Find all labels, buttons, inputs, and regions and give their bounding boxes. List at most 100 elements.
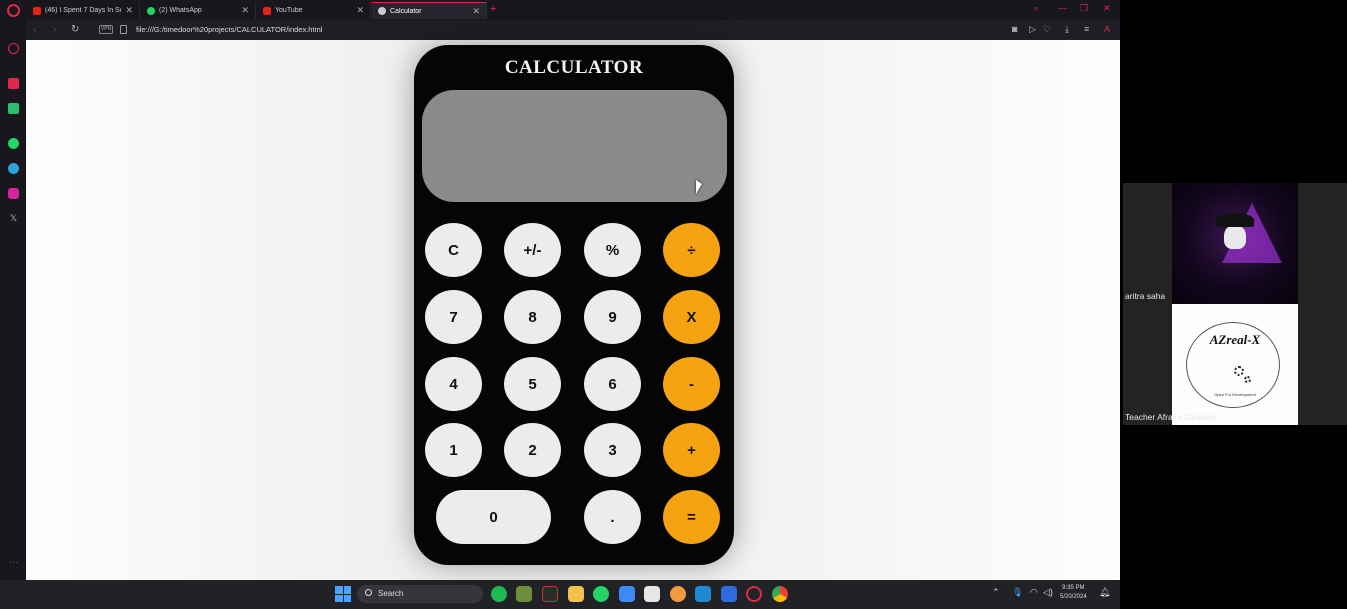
taskbar: Search ⌃ 🎙 ◠ ◁) 9:35 PM 5/20/2024 🔔︎ [0, 580, 1120, 609]
camera-icon[interactable]: ◙ [1012, 24, 1017, 34]
todo-icon[interactable] [619, 586, 635, 602]
volume-icon[interactable]: ◁) [1043, 587, 1053, 598]
key-9[interactable]: 9 [584, 290, 641, 344]
participant-video [1172, 183, 1298, 304]
gear-icon [1244, 376, 1251, 383]
windows-start-icon[interactable] [335, 586, 351, 602]
desktop-screen: (46) I Spent 7 Days In Soli ✕ (2) WhatsA… [0, 0, 1347, 609]
reload-icon[interactable]: ↻ [71, 24, 79, 35]
tab-youtube-video[interactable]: (46) I Spent 7 Days In Soli ✕ [27, 2, 140, 19]
search-icon [365, 589, 372, 596]
mouse-cursor-icon [696, 180, 702, 194]
aria-ai-icon[interactable] [8, 78, 19, 89]
tab-calculator[interactable]: Calculator ✕ [372, 2, 487, 19]
messenger-icon[interactable] [8, 103, 19, 114]
key-4[interactable]: 4 [425, 357, 482, 411]
browser-sidebar: 𝕏 ··· [0, 20, 26, 580]
clock-date: 5/20/2024 [1060, 594, 1087, 600]
more-icon[interactable]: ··· [8, 558, 19, 569]
instagram-icon[interactable] [8, 188, 19, 199]
x-twitter-icon[interactable]: 𝕏 [8, 213, 19, 224]
back-icon[interactable]: ‹ [33, 24, 36, 35]
key-8[interactable]: 8 [504, 290, 561, 344]
close-icon[interactable]: ✕ [356, 5, 364, 16]
aria-icon[interactable]: A [1104, 24, 1110, 34]
key-decimal[interactable]: . [584, 490, 641, 544]
key-equals[interactable]: = [663, 490, 720, 544]
restore-icon[interactable]: ❐ [1080, 3, 1088, 14]
minimize-icon[interactable]: — [1058, 3, 1067, 13]
vpn-badge-icon[interactable]: VPN [99, 25, 113, 34]
participant-tile-teacher[interactable]: AZreal-X Open For Development Teacher Af… [1123, 304, 1347, 425]
vscode-icon[interactable] [695, 586, 711, 602]
key-6[interactable]: 6 [584, 357, 641, 411]
zoom-icon[interactable] [721, 586, 737, 602]
blender-icon[interactable] [670, 586, 686, 602]
key-1[interactable]: 1 [425, 423, 482, 477]
youtube-icon [263, 6, 271, 15]
key-subtract[interactable]: - [663, 357, 720, 411]
participant-tile-aritra[interactable]: aritra saha [1123, 183, 1347, 304]
key-7[interactable]: 7 [425, 290, 482, 344]
whatsapp-icon [147, 6, 155, 15]
spotify-icon[interactable] [491, 586, 507, 602]
app-icon[interactable] [542, 586, 558, 602]
tab-search-icon[interactable]: ⌕ [1034, 3, 1039, 14]
gear-icon [1234, 366, 1244, 376]
calculator-title: CALCULATOR [504, 57, 644, 78]
browser-window: (46) I Spent 7 Days In Soli ✕ (2) WhatsA… [0, 0, 1120, 580]
key-3[interactable]: 3 [584, 423, 641, 477]
capcut-icon[interactable] [644, 586, 660, 602]
tab-bar: (46) I Spent 7 Days In Soli ✕ (2) WhatsA… [0, 0, 1120, 20]
minecraft-icon[interactable] [516, 586, 532, 602]
new-tab-button[interactable]: + [490, 3, 496, 15]
key-toggle-sign[interactable]: +/- [504, 223, 561, 277]
youtube-icon [33, 6, 41, 15]
menu-icon[interactable]: ≡ [1084, 24, 1089, 34]
whatsapp-icon[interactable] [593, 586, 609, 602]
key-add[interactable]: + [663, 423, 720, 477]
opera-icon[interactable] [746, 586, 762, 602]
tab-label: (2) WhatsApp [159, 7, 202, 14]
microphone-icon[interactable]: 🎙 [1012, 587, 1023, 598]
tab-whatsapp[interactable]: (2) WhatsApp ✕ [141, 2, 256, 19]
skull-avatar-icon [1224, 225, 1246, 249]
chevron-up-icon[interactable]: ⌃ [992, 587, 1000, 598]
clock-time: 9:35 PM [1062, 585, 1085, 591]
telegram-icon[interactable] [8, 163, 19, 174]
taskbar-clock[interactable]: 9:35 PM 5/20/2024 [1060, 584, 1087, 602]
speed-dial-icon[interactable] [8, 43, 19, 54]
logo-tagline: Open For Development [1214, 392, 1256, 397]
close-icon[interactable]: ✕ [241, 5, 249, 16]
notification-bell-icon[interactable]: 🔔︎ [1099, 587, 1110, 598]
play-icon[interactable]: ▷ [1029, 24, 1036, 35]
key-clear[interactable]: C [425, 223, 482, 277]
wifi-icon[interactable]: ◠ [1030, 587, 1038, 598]
key-2[interactable]: 2 [504, 423, 561, 477]
key-5[interactable]: 5 [504, 357, 561, 411]
download-icon[interactable]: ⤓ [1065, 24, 1069, 35]
taskbar-search-input[interactable]: Search [357, 585, 483, 603]
key-divide[interactable]: ÷ [663, 223, 720, 277]
calculator-display [422, 90, 727, 202]
tab-youtube[interactable]: YouTube ✕ [257, 2, 371, 19]
key-percent[interactable]: % [584, 223, 641, 277]
tab-label: (46) I Spent 7 Days In Soli [45, 7, 122, 14]
file-explorer-icon[interactable] [568, 586, 584, 602]
url-input[interactable]: file:///G:/timedoor%20projects/CALCULATO… [136, 25, 322, 34]
taskbar-search-label: Search [378, 589, 404, 598]
tab-label: Calculator [390, 7, 422, 15]
close-icon[interactable]: ✕ [472, 6, 480, 17]
key-0[interactable]: 0 [436, 490, 551, 544]
participant-name: aritra saha [1125, 291, 1166, 301]
heart-icon[interactable]: ♡ [1043, 24, 1051, 35]
tab-label: YouTube [275, 7, 303, 14]
whatsapp-icon[interactable] [8, 138, 19, 149]
key-multiply[interactable]: X [663, 290, 720, 344]
opera-logo-icon[interactable] [7, 4, 20, 17]
globe-icon [378, 7, 386, 15]
chrome-icon[interactable] [772, 586, 788, 602]
close-icon[interactable]: ✕ [125, 5, 133, 16]
window-close-icon[interactable]: ✕ [1103, 3, 1111, 14]
forward-icon[interactable]: › [53, 24, 56, 35]
